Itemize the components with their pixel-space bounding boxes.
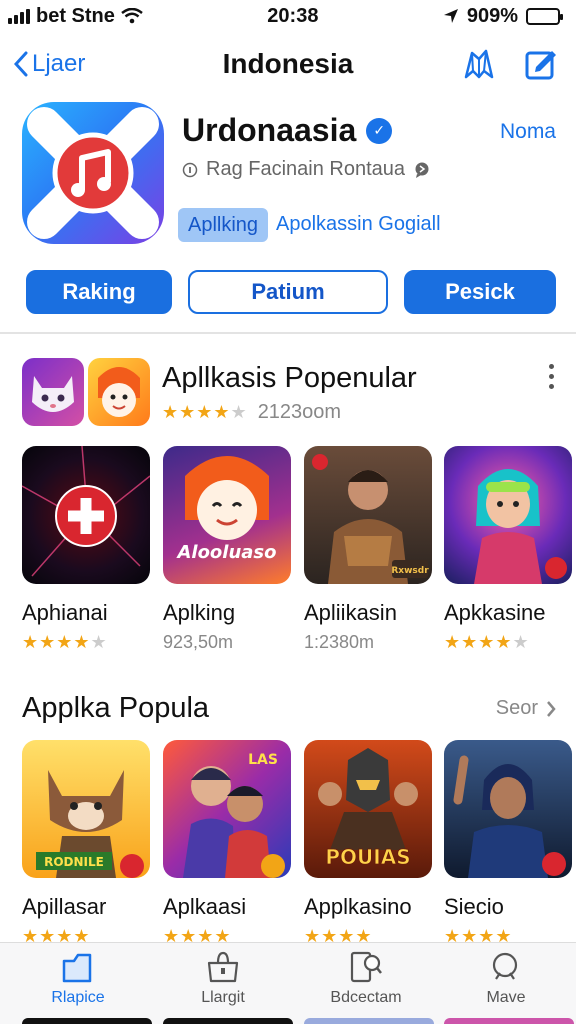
app-subtitle-row: Rag Facinain Rontaua (182, 158, 431, 181)
app-downloads: 923,50m (163, 632, 234, 652)
app-thumbnail (22, 446, 150, 584)
signal-icon (8, 8, 30, 24)
scroll-peek (163, 1018, 293, 1024)
app-name-label: Aplking (163, 600, 236, 625)
developer-link[interactable]: Apolkassin Gogiall (276, 213, 441, 236)
search-icon (492, 952, 518, 980)
app-card[interactable]: Siecio ★★★★ (444, 740, 574, 947)
popular-app-row: Aphianai ★★★★★ Alooluaso Aplking 923,50m (22, 446, 572, 656)
app-subtitle: Rag Facinain Rontaua (206, 158, 406, 180)
app-card[interactable]: POUIAS Applkasino ★★★★ (304, 740, 434, 947)
app-card[interactable]: Apkkasine ★★★★★ (444, 446, 574, 653)
app-downloads: 1:2380m (304, 632, 375, 652)
scroll-peek (444, 1018, 574, 1024)
location-arrow-icon (443, 9, 458, 23)
app-thumbnail: Alooluaso (163, 446, 291, 584)
info-icon (182, 162, 198, 177)
app-thumbnail: LAS (163, 740, 291, 878)
app-card[interactable]: LAS Aplkaasi ★★★★ (163, 740, 293, 947)
app-name-label: Siecio (444, 894, 504, 919)
see-all-link[interactable]: Seor (496, 697, 556, 720)
ranking-button[interactable]: Raking (26, 270, 172, 314)
wifi-icon (121, 8, 143, 24)
search-button[interactable]: Pesick (404, 270, 556, 314)
app-card[interactable]: Aphianai ★★★★★ (22, 446, 152, 653)
app-row-2: RODNILE Apillasar ★★★★ LAS Aplkaasi ★★★★ (22, 740, 572, 950)
back-label: Ljaer (32, 50, 86, 77)
tab-documents[interactable]: Bdcectam (306, 949, 426, 1007)
star-rating: ★★★★★ (162, 402, 248, 422)
bag-icon (207, 951, 239, 983)
rating-count: 2123oom (257, 401, 342, 423)
back-button[interactable]: Ljaer (14, 50, 85, 78)
tab-label: Llargit (201, 989, 245, 1006)
action-button-row: Raking Patium Pesick (26, 270, 556, 314)
battery-icon (526, 7, 563, 25)
music-app-logo (27, 107, 159, 239)
app-name-label: Aplkaasi (163, 894, 247, 919)
app-name-label: Apillasar (22, 894, 107, 919)
premium-button[interactable]: Patium (188, 270, 388, 314)
chat-icon (415, 162, 429, 178)
section-divider (0, 332, 576, 334)
section-title-2: Applka Popula (22, 692, 210, 724)
scroll-peek (304, 1018, 434, 1024)
search-doc-icon (350, 951, 382, 983)
chevron-left-icon (14, 51, 28, 77)
header-action-link[interactable]: Noma (500, 120, 556, 144)
tab-search[interactable]: Mave (446, 949, 566, 1007)
app-name: Urdonaasia (182, 112, 357, 148)
category-chip[interactable]: Apllking (178, 208, 269, 242)
scroll-peek (22, 1018, 152, 1024)
cat-app-icon[interactable] (22, 358, 84, 426)
app-thumbnail: POUIAS (304, 740, 432, 878)
section-icons (22, 358, 150, 426)
app-card[interactable]: Rxwsdr Apliikasin 1:2380m (304, 446, 434, 653)
verified-badge-icon: ✓ (366, 117, 393, 144)
thumb-text: Rxwsdr (391, 566, 429, 576)
tab-shop[interactable]: Llargit (163, 949, 283, 1007)
app-thumbnail: RODNILE (22, 740, 150, 878)
fox-app-icon[interactable] (88, 358, 150, 426)
navigation-bar: Ljaer Indonesia (0, 36, 576, 92)
app-name-label: Apkkasine (444, 600, 546, 625)
status-bar: bet Stne 20:38 909% (0, 0, 576, 32)
app-rating: ★★★★★ (22, 632, 108, 652)
tab-label: Bdcectam (330, 989, 402, 1006)
app-icon[interactable] (22, 102, 164, 244)
thumb-text: LAS (248, 752, 278, 768)
app-card[interactable]: Alooluaso Aplking 923,50m (163, 446, 293, 653)
thumb-text: RODNILE (44, 855, 104, 869)
apps-icon (62, 953, 92, 983)
tab-label: Mave (486, 989, 526, 1006)
carrier-label: bet Stne (36, 4, 115, 27)
app-card[interactable]: RODNILE Apillasar ★★★★ (22, 740, 152, 947)
map-icon[interactable] (462, 47, 496, 81)
app-name-label: Applkasino (304, 894, 412, 919)
tab-apps[interactable]: Rlapice (18, 949, 138, 1007)
thumb-text: POUIAS (325, 845, 410, 869)
section-rating: ★★★★★ 2123oom (162, 401, 341, 424)
app-name-label: Apliikasin (304, 600, 397, 625)
see-all-label: Seor (495, 697, 538, 719)
tab-label: Rlapice (51, 989, 105, 1006)
app-name-row: Urdonaasia ✓ (182, 112, 393, 149)
app-rating: ★★★★★ (444, 632, 530, 652)
more-options-icon[interactable] (549, 364, 554, 389)
clock: 20:38 (267, 4, 319, 27)
battery-percent: 909% (466, 4, 518, 27)
section-title-popular: Apllkasis Popenular (162, 362, 417, 394)
app-thumbnail (444, 740, 572, 878)
app-name-label: Aphianai (22, 600, 108, 625)
tab-bar: Rlapice Llargit Bdcectam Mave (0, 942, 576, 1024)
app-thumbnail: Rxwsdr (304, 446, 432, 584)
chevron-right-icon (547, 700, 556, 717)
compose-icon[interactable] (524, 47, 558, 81)
thumb-text: Alooluaso (175, 542, 276, 563)
app-thumbnail (444, 446, 572, 584)
